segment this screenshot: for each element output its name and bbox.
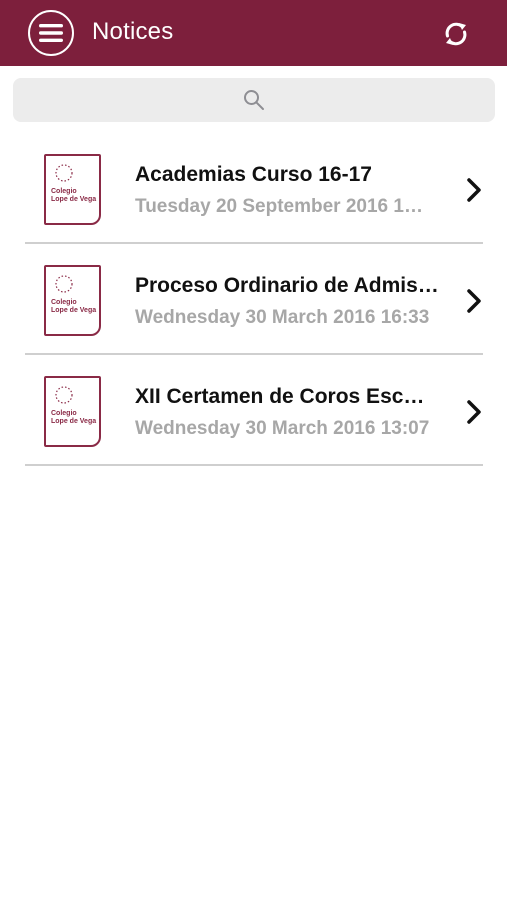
list-item[interactable]: Colegio Lope de Vega Proceso Ordinario d… bbox=[0, 244, 507, 355]
chevron-right-icon bbox=[467, 400, 481, 424]
stars-circle-icon bbox=[55, 275, 73, 293]
chevron-right-icon bbox=[467, 178, 481, 202]
divider bbox=[25, 464, 483, 466]
search-input[interactable] bbox=[13, 78, 495, 122]
notice-date: Wednesday 30 March 2016 13:07 bbox=[135, 418, 430, 439]
app-header: Notices bbox=[0, 0, 507, 66]
notice-title: Proceso Ordinario de Admis… bbox=[135, 274, 439, 297]
stars-circle-icon bbox=[55, 164, 73, 182]
school-logo-thumbnail: Colegio Lope de Vega bbox=[44, 154, 101, 225]
notice-title: XII Certamen de Coros Esc… bbox=[135, 385, 425, 408]
logo-text: Colegio Lope de Vega bbox=[51, 188, 97, 203]
notice-date: Wednesday 30 March 2016 16:33 bbox=[135, 307, 430, 328]
school-logo-thumbnail: Colegio Lope de Vega bbox=[44, 265, 101, 336]
notice-date: Tuesday 20 September 2016 1… bbox=[135, 196, 423, 217]
school-logo-thumbnail: Colegio Lope de Vega bbox=[44, 376, 101, 447]
notice-title: Academias Curso 16-17 bbox=[135, 163, 372, 186]
refresh-button[interactable] bbox=[438, 16, 474, 52]
stars-circle-icon bbox=[55, 386, 73, 404]
chevron-right-icon bbox=[467, 289, 481, 313]
page-title: Notices bbox=[92, 18, 174, 45]
search-bar[interactable] bbox=[13, 78, 495, 122]
list-item[interactable]: Colegio Lope de Vega XII Certamen de Cor… bbox=[0, 355, 507, 466]
notices-list: Colegio Lope de Vega Academias Curso 16-… bbox=[0, 133, 507, 466]
logo-text: Colegio Lope de Vega bbox=[51, 410, 97, 425]
menu-button[interactable] bbox=[28, 10, 74, 56]
list-item[interactable]: Colegio Lope de Vega Academias Curso 16-… bbox=[0, 133, 507, 244]
hamburger-menu-icon bbox=[39, 24, 63, 42]
logo-text: Colegio Lope de Vega bbox=[51, 299, 97, 314]
refresh-icon bbox=[445, 22, 467, 46]
